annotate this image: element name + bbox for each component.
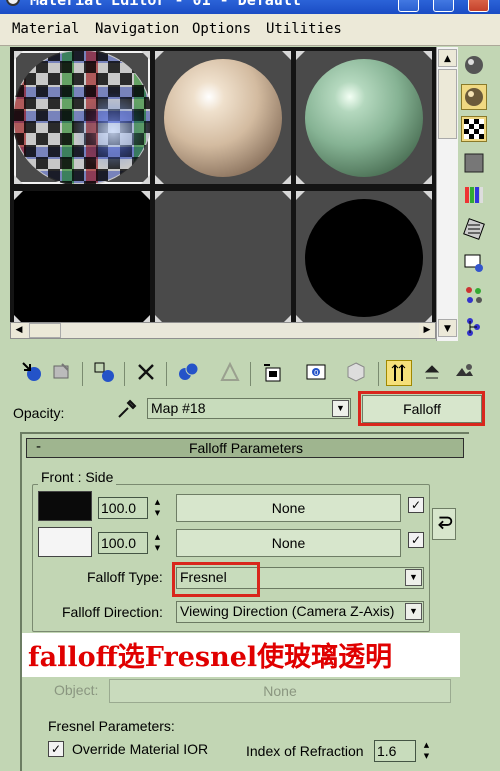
falloff-type-label: Falloff Type:	[87, 569, 163, 585]
scroll-up-icon[interactable]: ▲	[438, 49, 457, 67]
side-color-swatch[interactable]	[38, 527, 92, 557]
assign-to-selection-icon[interactable]	[92, 360, 118, 386]
slots-horizontal-scrollbar[interactable]: ◀ ▶	[10, 322, 436, 339]
falloff-parameters-header[interactable]: - Falloff Parameters	[26, 438, 464, 458]
falloff-direction-label: Falloff Direction:	[62, 604, 163, 620]
annotation-overlay: falloff选Fresnel使玻璃透明	[22, 633, 460, 677]
background-icon[interactable]	[461, 116, 487, 142]
rollout-title: Falloff Parameters	[188, 440, 304, 456]
put-to-scene-icon[interactable]	[50, 360, 76, 386]
sample-slot-6[interactable]	[296, 191, 432, 324]
black-sphere	[305, 199, 423, 317]
side-amount-field[interactable]: 100.0	[98, 532, 148, 554]
show-map-icon[interactable]: 0	[304, 360, 330, 386]
scroll-vthumb[interactable]	[438, 69, 457, 139]
sample-slots	[10, 47, 436, 333]
make-preview-icon[interactable]	[461, 216, 487, 242]
front-amount-field[interactable]: 100.0	[98, 497, 148, 519]
opacity-label: Opacity:	[13, 405, 65, 421]
menu-navigation[interactable]: Navigation	[95, 21, 179, 37]
side-map-button[interactable]: None	[176, 529, 401, 557]
chevron-down-icon[interactable]: ▼	[405, 569, 422, 586]
select-by-material-icon[interactable]	[461, 282, 487, 308]
chevron-down-icon[interactable]: ▼	[332, 400, 349, 417]
green-sphere	[305, 59, 423, 177]
menu-material[interactable]: Material	[12, 21, 79, 37]
menu-utilities[interactable]: Utilities	[266, 21, 342, 37]
uv-tiling-icon[interactable]	[461, 150, 487, 176]
front-amount-spinner[interactable]: ▲ ▼	[151, 497, 164, 519]
go-forward-icon[interactable]	[420, 360, 446, 386]
sample-type-icon[interactable]	[461, 52, 487, 78]
swap-colors-button[interactable]	[432, 508, 456, 540]
make-unique-icon[interactable]	[176, 360, 202, 386]
ior-spinner[interactable]: ▲ ▼	[420, 740, 433, 762]
map-name-dropdown[interactable]: Map #18 ▼	[147, 398, 351, 419]
eyedropper-icon[interactable]	[116, 398, 138, 420]
side-amount-spinner[interactable]: ▲ ▼	[151, 532, 164, 554]
material-effects-channel-icon[interactable]	[260, 360, 286, 386]
highlight-box	[358, 391, 485, 426]
front-color-swatch[interactable]	[38, 491, 92, 521]
swap-icon	[438, 516, 453, 530]
material-navigator-icon[interactable]	[461, 314, 487, 340]
maximize-button[interactable]	[433, 0, 454, 12]
svg-text:0: 0	[314, 369, 318, 377]
map-name-value: Map #18	[151, 400, 206, 416]
menu-options[interactable]: Options	[192, 21, 251, 37]
window-title: Material Editor - 01 - Default	[30, 0, 301, 9]
scroll-down-icon[interactable]: ▼	[438, 319, 457, 337]
video-color-check-icon[interactable]	[461, 182, 487, 208]
go-to-parent-icon[interactable]	[386, 360, 412, 386]
app-logo-icon	[6, 0, 20, 6]
front-map-checkbox[interactable]: ✓	[408, 497, 424, 513]
falloff-direction-dropdown[interactable]: Viewing Direction (Camera Z-Axis) ▼	[176, 601, 424, 623]
options-icon[interactable]	[461, 250, 487, 276]
sample-slot-5[interactable]	[155, 191, 291, 324]
scroll-right-icon[interactable]: ▶	[419, 323, 435, 338]
minimize-button[interactable]	[398, 0, 419, 12]
sample-slot-2[interactable]	[155, 51, 291, 184]
ior-field[interactable]: 1.6	[374, 740, 416, 762]
menu-bar: Material Navigation Options Utilities	[0, 14, 500, 46]
object-pick-button[interactable]: None	[109, 679, 451, 703]
show-end-result-icon[interactable]	[344, 360, 370, 386]
chevron-down-icon[interactable]: ▼	[405, 603, 422, 620]
sample-slot-4[interactable]	[14, 191, 150, 324]
object-label: Object:	[54, 682, 99, 698]
front-map-button[interactable]: None	[176, 494, 401, 522]
override-ior-label: Override Material IOR	[72, 741, 209, 757]
front-side-label: Front : Side	[38, 469, 117, 485]
scroll-left-icon[interactable]: ◀	[11, 323, 27, 338]
side-map-checkbox[interactable]: ✓	[408, 532, 424, 548]
slots-vertical-scrollbar[interactable]: ▲ ▼	[436, 47, 458, 341]
sibling-icon[interactable]	[452, 360, 478, 386]
scroll-thumb[interactable]	[29, 323, 61, 338]
override-ior-checkbox[interactable]: ✓	[48, 741, 64, 757]
sample-slot-1[interactable]	[14, 51, 150, 184]
annotation-text: falloff选Fresnel使玻璃透明	[28, 642, 393, 673]
close-button[interactable]	[468, 0, 489, 12]
highlight-box	[172, 562, 260, 597]
fresnel-parameters-label: Fresnel Parameters:	[48, 718, 175, 734]
backlight-icon[interactable]	[461, 84, 487, 110]
beige-sphere	[164, 59, 282, 177]
put-to-library-icon[interactable]	[218, 360, 244, 386]
get-material-icon[interactable]	[20, 360, 46, 386]
ior-label: Index of Refraction	[246, 743, 364, 759]
falloff-direction-value: Viewing Direction (Camera Z-Axis)	[180, 603, 395, 619]
title-bar: Material Editor - 01 - Default	[0, 0, 500, 14]
sample-slot-3[interactable]	[296, 51, 432, 184]
reset-map-icon[interactable]	[134, 360, 160, 386]
